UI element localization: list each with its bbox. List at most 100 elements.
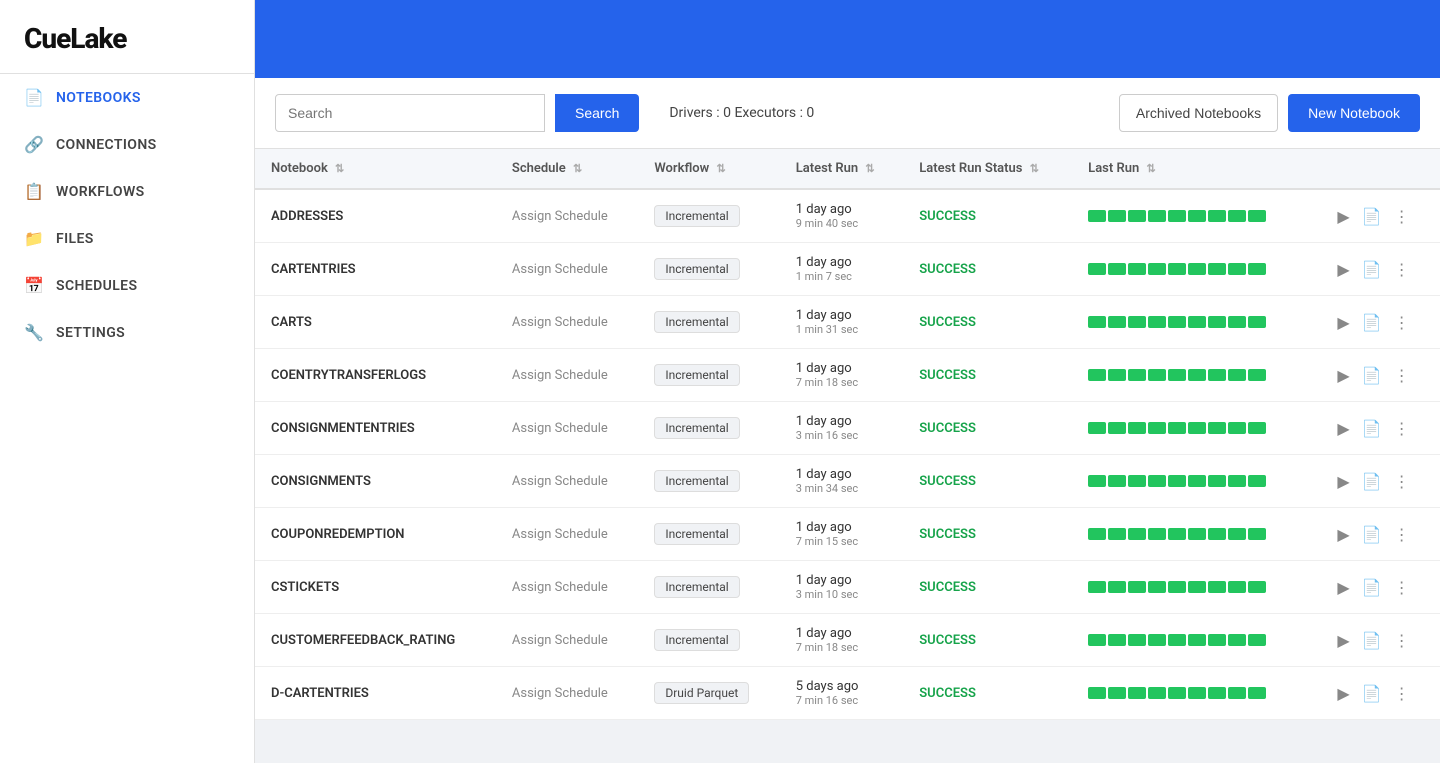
- run-icon[interactable]: ▶: [1335, 629, 1351, 652]
- run-bar-segment: [1248, 263, 1266, 275]
- sidebar: CueLake 📄NOTEBOOKS🔗CONNECTIONS📋WORKFLOWS…: [0, 0, 255, 763]
- col-header-notebook[interactable]: Notebook ⇅: [255, 149, 496, 189]
- more-icon[interactable]: ⋮: [1392, 629, 1412, 652]
- new-notebook-button[interactable]: New Notebook: [1288, 94, 1420, 132]
- table-row: CARTSAssign ScheduleIncremental1 day ago…: [255, 296, 1440, 349]
- col-header-latest_run_status[interactable]: Latest Run Status ⇅: [903, 149, 1072, 189]
- run-bar-segment: [1208, 369, 1226, 381]
- cell-latest-run: 1 day ago3 min 10 sec: [780, 561, 904, 614]
- col-header-latest_run[interactable]: Latest Run ⇅: [780, 149, 904, 189]
- more-icon[interactable]: ⋮: [1392, 523, 1412, 546]
- col-header-actions: [1319, 149, 1440, 189]
- more-icon[interactable]: ⋮: [1392, 682, 1412, 705]
- run-icon[interactable]: ▶: [1335, 364, 1351, 387]
- run-icon[interactable]: ▶: [1335, 205, 1351, 228]
- cell-schedule[interactable]: Assign Schedule: [496, 614, 638, 667]
- sidebar-item-notebooks[interactable]: 📄NOTEBOOKS: [0, 74, 254, 121]
- archived-notebooks-button[interactable]: Archived Notebooks: [1119, 94, 1278, 132]
- cell-schedule[interactable]: Assign Schedule: [496, 189, 638, 243]
- logs-icon[interactable]: 📄: [1360, 311, 1384, 334]
- more-icon[interactable]: ⋮: [1392, 576, 1412, 599]
- logs-icon[interactable]: 📄: [1360, 417, 1384, 440]
- cell-schedule[interactable]: Assign Schedule: [496, 349, 638, 402]
- cell-schedule[interactable]: Assign Schedule: [496, 402, 638, 455]
- run-bar-segment: [1128, 475, 1146, 487]
- cell-schedule[interactable]: Assign Schedule: [496, 243, 638, 296]
- run-bar-segment: [1228, 687, 1246, 699]
- logs-icon[interactable]: 📄: [1360, 470, 1384, 493]
- logs-icon[interactable]: 📄: [1360, 629, 1384, 652]
- sidebar-item-connections[interactable]: 🔗CONNECTIONS: [0, 121, 254, 168]
- run-bar-segment: [1168, 422, 1186, 434]
- run-bar-segment: [1208, 528, 1226, 540]
- cell-run-status: SUCCESS: [903, 614, 1072, 667]
- col-header-schedule[interactable]: Schedule ⇅: [496, 149, 638, 189]
- cell-run-status: SUCCESS: [903, 349, 1072, 402]
- cell-schedule[interactable]: Assign Schedule: [496, 455, 638, 508]
- more-icon[interactable]: ⋮: [1392, 205, 1412, 228]
- sidebar-item-settings[interactable]: 🔧SETTINGS: [0, 309, 254, 356]
- logs-icon[interactable]: 📄: [1360, 364, 1384, 387]
- cell-actions: ▶ 📄 ⋮: [1319, 455, 1440, 508]
- run-bar-segment: [1208, 422, 1226, 434]
- logs-icon[interactable]: 📄: [1360, 258, 1384, 281]
- run-icon[interactable]: ▶: [1335, 417, 1351, 440]
- run-bar-segment: [1148, 528, 1166, 540]
- cell-notebook-name: CUSTOMERFEEDBACK_RATING: [255, 614, 496, 667]
- cell-schedule[interactable]: Assign Schedule: [496, 508, 638, 561]
- logs-icon[interactable]: 📄: [1360, 523, 1384, 546]
- col-header-last_run[interactable]: Last Run ⇅: [1072, 149, 1319, 189]
- run-bar-segment: [1128, 581, 1146, 593]
- drivers-info: Drivers : 0 Executors : 0: [669, 105, 1109, 121]
- more-icon[interactable]: ⋮: [1392, 417, 1412, 440]
- cell-actions: ▶ 📄 ⋮: [1319, 667, 1440, 720]
- cell-actions: ▶ 📄 ⋮: [1319, 614, 1440, 667]
- run-bar-segment: [1248, 422, 1266, 434]
- cell-actions: ▶ 📄 ⋮: [1319, 243, 1440, 296]
- cell-latest-run: 1 day ago7 min 18 sec: [780, 349, 904, 402]
- sidebar-item-schedules[interactable]: 📅SCHEDULES: [0, 262, 254, 309]
- run-bar-segment: [1188, 475, 1206, 487]
- main-area: Search Drivers : 0 Executors : 0 Archive…: [255, 0, 1440, 763]
- cell-last-run-bars: [1072, 296, 1319, 349]
- files-icon: 📁: [24, 229, 44, 248]
- run-icon[interactable]: ▶: [1335, 258, 1351, 281]
- notebooks-table: Notebook ⇅Schedule ⇅Workflow ⇅Latest Run…: [255, 149, 1440, 720]
- table-header: Notebook ⇅Schedule ⇅Workflow ⇅Latest Run…: [255, 149, 1440, 189]
- cell-workflow: Incremental: [638, 508, 779, 561]
- run-bar-segment: [1088, 528, 1106, 540]
- cell-notebook-name: CARTENTRIES: [255, 243, 496, 296]
- more-icon[interactable]: ⋮: [1392, 258, 1412, 281]
- run-icon[interactable]: ▶: [1335, 682, 1351, 705]
- run-bar-container: [1088, 687, 1278, 699]
- col-header-workflow[interactable]: Workflow ⇅: [638, 149, 779, 189]
- cell-workflow: Druid Parquet: [638, 667, 779, 720]
- search-input[interactable]: [275, 94, 545, 132]
- cell-notebook-name: CSTICKETS: [255, 561, 496, 614]
- run-bar-segment: [1188, 422, 1206, 434]
- run-icon[interactable]: ▶: [1335, 470, 1351, 493]
- schedules-icon: 📅: [24, 276, 44, 295]
- cell-schedule[interactable]: Assign Schedule: [496, 667, 638, 720]
- logs-icon[interactable]: 📄: [1360, 576, 1384, 599]
- run-icon[interactable]: ▶: [1335, 311, 1351, 334]
- run-bar-segment: [1208, 475, 1226, 487]
- run-icon[interactable]: ▶: [1335, 523, 1351, 546]
- cell-schedule[interactable]: Assign Schedule: [496, 296, 638, 349]
- run-bar-container: [1088, 528, 1278, 540]
- run-bar-segment: [1148, 422, 1166, 434]
- more-icon[interactable]: ⋮: [1392, 470, 1412, 493]
- more-icon[interactable]: ⋮: [1392, 311, 1412, 334]
- logs-icon[interactable]: 📄: [1360, 205, 1384, 228]
- run-bar-segment: [1108, 634, 1126, 646]
- cell-schedule[interactable]: Assign Schedule: [496, 561, 638, 614]
- more-icon[interactable]: ⋮: [1392, 364, 1412, 387]
- sidebar-item-workflows[interactable]: 📋WORKFLOWS: [0, 168, 254, 215]
- sidebar-item-files[interactable]: 📁FILES: [0, 215, 254, 262]
- run-icon[interactable]: ▶: [1335, 576, 1351, 599]
- run-bar-container: [1088, 581, 1278, 593]
- sidebar-item-label: SETTINGS: [56, 325, 125, 341]
- logs-icon[interactable]: 📄: [1360, 682, 1384, 705]
- search-button[interactable]: Search: [555, 94, 639, 132]
- run-bar-segment: [1248, 528, 1266, 540]
